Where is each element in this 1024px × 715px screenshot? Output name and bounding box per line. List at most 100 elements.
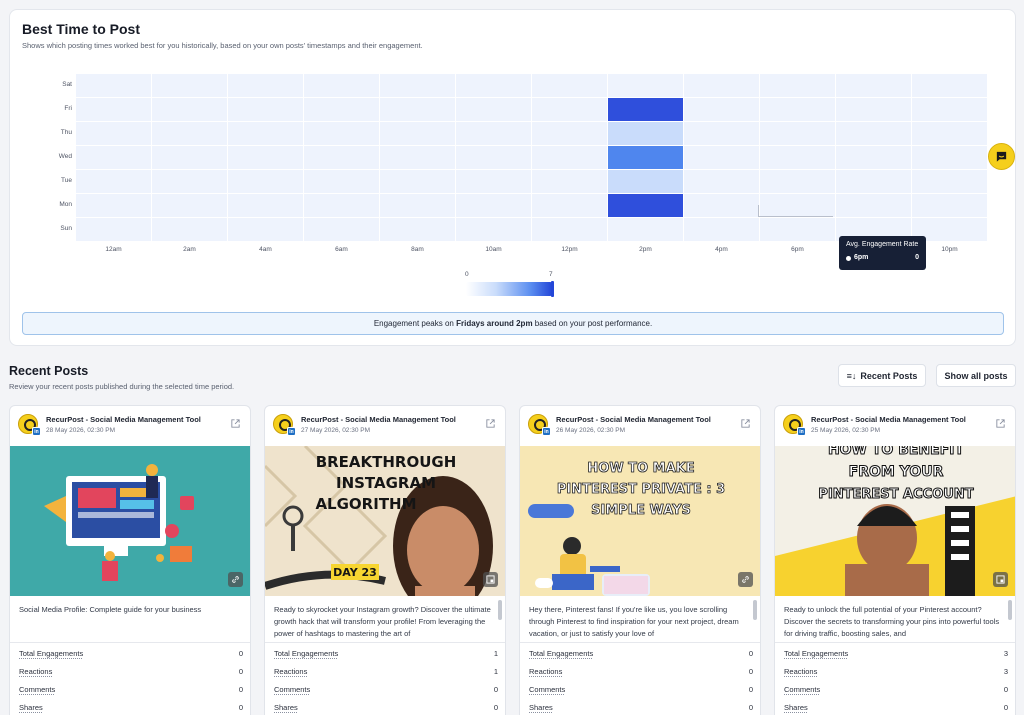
heatmap-cell[interactable]	[228, 122, 303, 145]
heatmap-cell[interactable]	[456, 194, 531, 217]
heatmap-cell[interactable]	[836, 98, 911, 121]
heatmap-cell[interactable]	[304, 74, 379, 97]
link-icon[interactable]	[228, 572, 243, 587]
heatmap-cell[interactable]	[304, 98, 379, 121]
heatmap-cell[interactable]	[380, 74, 455, 97]
heatmap-cell[interactable]	[456, 74, 531, 97]
heatmap-cell[interactable]	[608, 146, 683, 169]
heatmap-cell[interactable]	[684, 122, 759, 145]
post-card[interactable]: in RecurPost - Social Media Management T…	[9, 405, 251, 715]
heatmap-cell[interactable]	[836, 170, 911, 193]
heatmap-cell[interactable]	[76, 170, 151, 193]
heatmap-cell[interactable]	[684, 194, 759, 217]
heatmap-cell[interactable]	[684, 98, 759, 121]
heatmap-cell[interactable]	[532, 170, 607, 193]
post-card[interactable]: in RecurPost - Social Media Management T…	[774, 405, 1016, 715]
heatmap-cell[interactable]	[684, 170, 759, 193]
heatmap-cell[interactable]	[76, 74, 151, 97]
text-scrollbar[interactable]	[1008, 600, 1012, 620]
heatmap-cell[interactable]	[912, 170, 987, 193]
heatmap-cell[interactable]	[76, 218, 151, 241]
heatmap-cell[interactable]	[152, 146, 227, 169]
text-scrollbar[interactable]	[753, 600, 757, 620]
heatmap-cell[interactable]	[456, 146, 531, 169]
external-link-icon[interactable]	[995, 418, 1006, 429]
external-link-icon[interactable]	[485, 418, 496, 429]
heatmap-cell[interactable]	[228, 218, 303, 241]
heatmap-cell[interactable]	[152, 194, 227, 217]
color-scale-handle[interactable]	[551, 281, 554, 297]
heatmap-cell[interactable]	[836, 146, 911, 169]
heatmap-cell[interactable]	[760, 122, 835, 145]
sort-recent-posts-button[interactable]: ≡↓ Recent Posts	[838, 364, 926, 387]
heatmap-cell[interactable]	[152, 122, 227, 145]
heatmap-cell[interactable]	[684, 146, 759, 169]
heatmap-cell[interactable]	[76, 146, 151, 169]
heatmap-cell[interactable]	[912, 98, 987, 121]
external-link-icon[interactable]	[230, 418, 241, 429]
heatmap-cell[interactable]	[380, 122, 455, 145]
heatmap-cell[interactable]	[304, 194, 379, 217]
text-scrollbar[interactable]	[498, 600, 502, 620]
heatmap-cell[interactable]	[912, 146, 987, 169]
heatmap-cell[interactable]	[456, 170, 531, 193]
heatmap-cell[interactable]	[684, 74, 759, 97]
post-card[interactable]: in RecurPost - Social Media Management T…	[519, 405, 761, 715]
heatmap-cell[interactable]	[228, 194, 303, 217]
heatmap-cell[interactable]	[228, 170, 303, 193]
heatmap-cell[interactable]	[608, 218, 683, 241]
heatmap-cell[interactable]	[608, 170, 683, 193]
heatmap-cell[interactable]	[532, 194, 607, 217]
heatmap-cell[interactable]	[608, 194, 683, 217]
heatmap-cell[interactable]	[608, 98, 683, 121]
heatmap-cell[interactable]	[760, 218, 835, 241]
heatmap-cell[interactable]	[760, 98, 835, 121]
heatmap-cell[interactable]	[760, 74, 835, 97]
heatmap-cell[interactable]	[456, 218, 531, 241]
heatmap-cell[interactable]	[836, 194, 911, 217]
heatmap-cell[interactable]	[228, 98, 303, 121]
heatmap-cell[interactable]	[608, 122, 683, 145]
heatmap-cell[interactable]	[304, 170, 379, 193]
heatmap-cell[interactable]	[836, 122, 911, 145]
heatmap-cell[interactable]	[532, 122, 607, 145]
heatmap-cell[interactable]	[836, 74, 911, 97]
heatmap-cell[interactable]	[456, 122, 531, 145]
image-icon[interactable]	[993, 572, 1008, 587]
heatmap-cell[interactable]	[152, 218, 227, 241]
heatmap-cell[interactable]	[912, 122, 987, 145]
heatmap-cell[interactable]	[304, 122, 379, 145]
heatmap-cell[interactable]	[304, 218, 379, 241]
heatmap-cell[interactable]	[304, 146, 379, 169]
heatmap-cell[interactable]	[76, 122, 151, 145]
post-card[interactable]: in RecurPost - Social Media Management T…	[264, 405, 506, 715]
heatmap-cell[interactable]	[76, 194, 151, 217]
heatmap-cell[interactable]	[532, 98, 607, 121]
heatmap-cell[interactable]	[532, 74, 607, 97]
heatmap-cell[interactable]	[76, 98, 151, 121]
show-all-posts-button[interactable]: Show all posts	[936, 364, 1016, 387]
heatmap-cell[interactable]	[608, 74, 683, 97]
heatmap-cell[interactable]	[760, 146, 835, 169]
heatmap-cell[interactable]	[228, 146, 303, 169]
heatmap-cell[interactable]	[380, 146, 455, 169]
heatmap-cell[interactable]	[380, 194, 455, 217]
help-chat-button[interactable]	[988, 143, 1015, 170]
heatmap-cell[interactable]	[380, 218, 455, 241]
heatmap-cell[interactable]	[760, 170, 835, 193]
heatmap-cell[interactable]	[456, 98, 531, 121]
external-link-icon[interactable]	[740, 418, 751, 429]
image-icon[interactable]	[483, 572, 498, 587]
heatmap-cell[interactable]	[532, 218, 607, 241]
heatmap-cell[interactable]	[380, 170, 455, 193]
heatmap-cell[interactable]	[228, 74, 303, 97]
heatmap-cell[interactable]	[152, 170, 227, 193]
heatmap-cell[interactable]	[912, 74, 987, 97]
heatmap-cell[interactable]	[532, 146, 607, 169]
link-icon[interactable]	[738, 572, 753, 587]
heatmap-cell[interactable]	[152, 98, 227, 121]
heatmap-cell[interactable]	[380, 98, 455, 121]
heatmap-cell[interactable]	[152, 74, 227, 97]
heatmap-cell[interactable]	[684, 218, 759, 241]
heatmap-cell[interactable]	[912, 194, 987, 217]
